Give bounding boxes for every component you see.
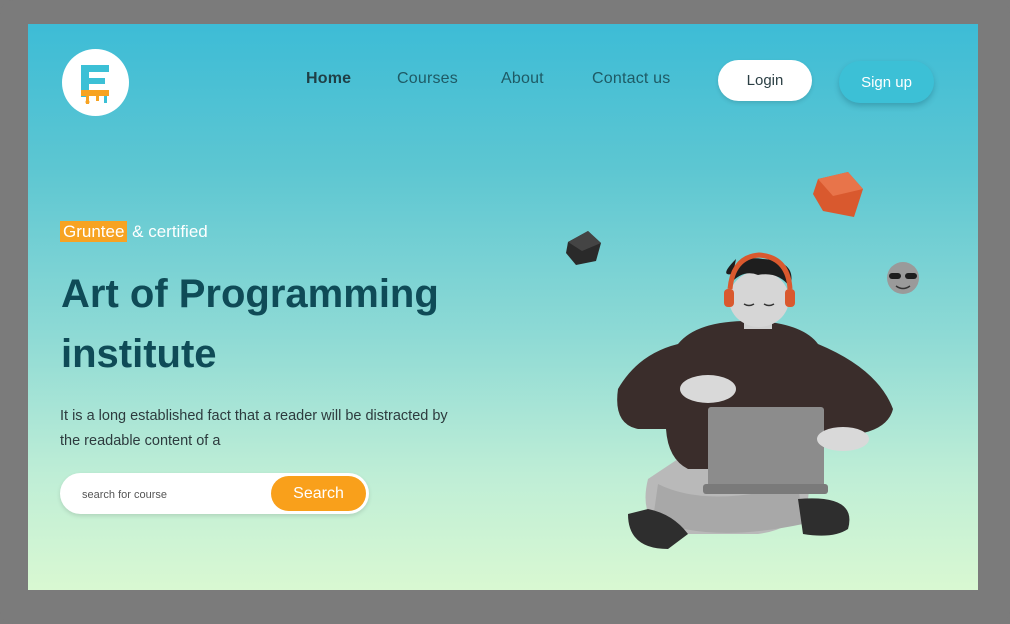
search-input[interactable] [80, 485, 264, 505]
sunglasses-emoji-icon [887, 262, 919, 294]
tagline-rest: & certified [127, 222, 208, 241]
hero-description: It is a long established fact that a rea… [60, 408, 448, 449]
hero-illustration [566, 172, 919, 549]
character-figure [617, 252, 893, 549]
orange-cube-icon [813, 172, 863, 217]
logo-e-drip-icon [81, 65, 109, 104]
nav-contact-us[interactable]: Contact us [592, 70, 670, 88]
logo[interactable] [62, 49, 129, 116]
landing-page: Home Courses About Contact us Login Sign… [28, 24, 978, 590]
tagline-highlight: Gruntee [60, 221, 128, 242]
course-search: Search [60, 473, 369, 514]
signup-button[interactable]: Sign up [839, 61, 934, 103]
search-button[interactable]: Search [271, 476, 366, 511]
login-button[interactable]: Login [718, 60, 812, 101]
nav-about[interactable]: About [501, 70, 544, 88]
nav-home[interactable]: Home [306, 70, 351, 88]
black-cube-icon [566, 231, 601, 265]
window-frame: Home Courses About Contact us Login Sign… [0, 0, 1010, 624]
tagline: Gruntee & certified [60, 221, 208, 242]
page-title: Art of Programming institute [61, 264, 501, 384]
page-title-line-1: Art of Programming [61, 272, 439, 316]
nav-courses[interactable]: Courses [397, 70, 458, 88]
page-title-line-2: institute [61, 332, 217, 376]
